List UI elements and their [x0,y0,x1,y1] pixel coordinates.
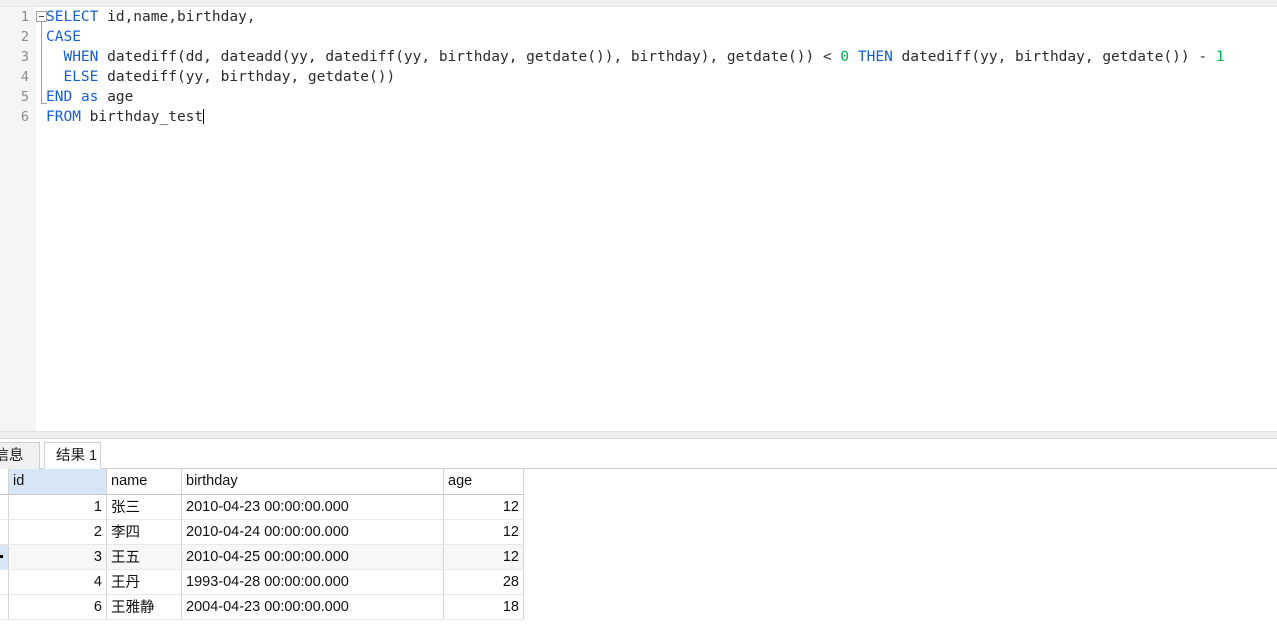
code-text: FROM birthday_test [46,107,205,127]
sql-keyword: THEN [857,49,893,65]
sql-number: 0 [840,49,850,65]
code-lines-container[interactable]: 1 SELECT id,name,birthday, 2 CASE 3 WHEN dat… [0,7,1277,431]
results-pane: 信息 结果 1 id name birthday age 1 张三 2010-04-23 0… [0,439,1277,624]
cell-name[interactable]: 李四 [106,519,182,545]
sql-text: birthday_test [80,109,204,125]
column-header-birthday[interactable]: birthday [181,469,444,495]
sql-keyword: FROM [46,109,81,125]
row-header-corner [0,469,9,495]
code-line[interactable]: 2 CASE [0,27,1277,47]
code-text: SELECT id,name,birthday, [46,7,256,27]
results-tab-info[interactable]: 信息 [0,442,40,469]
text-caret [203,109,205,124]
tab-label: 结果 1 [56,448,98,464]
cell-id[interactable]: 2 [8,519,107,545]
results-grid[interactable]: id name birthday age 1 张三 2010-04-23 00:00:00… [0,469,1277,624]
table-row[interactable]: 4 王丹 1993-04-28 00:00:00.000 28 [0,569,524,595]
row-selector[interactable] [0,494,9,520]
sql-text: id,name,birthday, [98,9,256,25]
sql-number: 1 [1215,49,1225,65]
table-body: 1 张三 2010-04-23 00:00:00.000 12 2 李四 2010-04-2… [0,494,524,620]
cell-age[interactable]: 28 [443,569,524,595]
column-header-id[interactable]: id [8,469,107,495]
table-row[interactable]: 3 王五 2010-04-25 00:00:00.000 12 [0,544,524,570]
sql-keyword: as [80,89,99,105]
current-row-indicator-icon [0,554,3,558]
sql-keyword: ELSE [63,69,99,85]
code-text: ELSE datediff(yy, birthday, getdate()) [46,67,395,87]
cell-birthday[interactable]: 1993-04-28 00:00:00.000 [181,569,444,595]
row-selector[interactable] [0,519,9,545]
sql-editor[interactable]: 1 SELECT id,name,birthday, 2 CASE 3 WHEN dat… [0,7,1277,431]
column-header-name[interactable]: name [106,469,182,495]
cell-id[interactable]: 3 [8,544,107,570]
sql-keyword: CASE [46,29,81,45]
results-tabbar: 信息 结果 1 [0,439,1277,469]
code-line[interactable]: 4 ELSE datediff(yy, birthday, getdate()) [0,67,1277,87]
row-selector[interactable] [0,569,9,595]
code-text: WHEN datediff(dd, dateadd(yy, datediff(y… [46,47,1225,67]
sql-text: datediff(yy, birthday, getdate()) [98,69,396,85]
cell-birthday[interactable]: 2010-04-25 00:00:00.000 [181,544,444,570]
sql-text: datediff(dd, dateadd(yy, datediff(yy, bi… [98,49,841,65]
sql-text: age [98,89,134,105]
line-number: 3 [20,49,29,65]
cell-id[interactable]: 1 [8,494,107,520]
cell-birthday[interactable]: 2010-04-23 00:00:00.000 [181,494,444,520]
line-number: 5 [20,89,29,105]
results-tab-result[interactable]: 结果 1 [44,442,101,469]
table-header: id name birthday age [0,469,524,495]
sql-keyword: WHEN [63,49,99,65]
row-selector[interactable] [0,544,9,570]
cell-birthday[interactable]: 2004-04-23 00:00:00.000 [181,594,444,620]
results-table: id name birthday age 1 张三 2010-04-23 00:00:00… [0,469,524,620]
cell-age[interactable]: 12 [443,494,524,520]
cell-name[interactable]: 王五 [106,544,182,570]
column-header-age[interactable]: age [443,469,524,495]
code-line[interactable]: 3 WHEN datediff(dd, dateadd(yy, datediff… [0,47,1277,67]
cell-age[interactable]: 12 [443,544,524,570]
cell-id[interactable]: 4 [8,569,107,595]
code-line[interactable]: 6 FROM birthday_test [0,107,1277,127]
cell-age[interactable]: 12 [443,519,524,545]
table-header-row: id name birthday age [0,469,524,495]
cell-name[interactable]: 王丹 [106,569,182,595]
cell-id[interactable]: 6 [8,594,107,620]
sql-text: datediff(yy, birthday, getdate()) - [892,49,1216,65]
sql-keyword: END [46,89,73,105]
tab-label: 信息 [0,448,24,464]
sql-keyword: SELECT [46,9,99,25]
toolbar-strip [0,0,1277,7]
cell-name[interactable]: 张三 [106,494,182,520]
table-row[interactable]: 6 王雅静 2004-04-23 00:00:00.000 18 [0,594,524,620]
code-text: END as age [46,87,133,107]
table-row[interactable]: 2 李四 2010-04-24 00:00:00.000 12 [0,519,524,545]
code-line[interactable]: 5 END as age [0,87,1277,107]
code-text: CASE [46,27,81,47]
code-line[interactable]: 1 SELECT id,name,birthday, [0,7,1277,27]
pane-splitter[interactable] [0,431,1277,439]
line-number: 2 [20,29,29,45]
line-number: 4 [20,69,29,85]
line-number: 1 [20,9,29,25]
cell-birthday[interactable]: 2010-04-24 00:00:00.000 [181,519,444,545]
line-number: 6 [20,109,29,125]
table-row[interactable]: 1 张三 2010-04-23 00:00:00.000 12 [0,494,524,520]
row-selector[interactable] [0,594,9,620]
cell-age[interactable]: 18 [443,594,524,620]
cell-name[interactable]: 王雅静 [106,594,182,620]
